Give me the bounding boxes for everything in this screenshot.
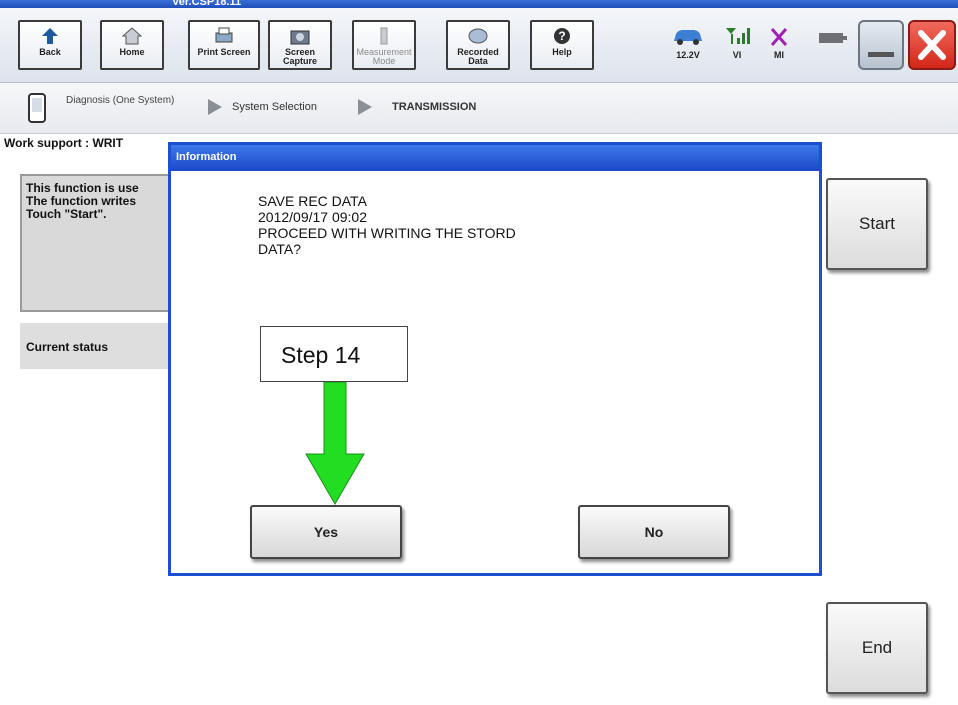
diagnosis-device-icon bbox=[28, 93, 46, 123]
dialog-message-line: SAVE REC DATA bbox=[258, 193, 367, 209]
mi-label: MI bbox=[774, 50, 784, 60]
breadcrumb-arrow-icon bbox=[208, 99, 222, 115]
step-annotation-label: Step 14 bbox=[260, 326, 408, 382]
vi-label: VI bbox=[732, 50, 742, 60]
screen-capture-label: Screen Capture bbox=[282, 47, 317, 66]
dialog-title: Information bbox=[176, 151, 237, 163]
back-arrow-icon bbox=[42, 28, 58, 44]
recorded-data-button[interactable]: Recorded Data bbox=[446, 20, 510, 70]
app-version: Ver.CSP18.11 bbox=[172, 0, 242, 8]
mi-indicator: MI bbox=[764, 26, 794, 60]
breadcrumb-transmission: TRANSMISSION bbox=[392, 101, 477, 113]
close-icon bbox=[918, 30, 946, 60]
help-label: Help bbox=[552, 47, 572, 57]
close-button[interactable] bbox=[908, 20, 956, 70]
help-button[interactable]: ? Help bbox=[530, 20, 594, 70]
recorded-data-label: Recorded Data bbox=[457, 47, 499, 66]
help-icon: ? bbox=[554, 28, 570, 44]
recorded-data-icon bbox=[468, 28, 488, 44]
dialog-message-line: 2012/09/17 09:02 bbox=[258, 209, 367, 225]
measurement-mode-label: Measurement Mode bbox=[356, 47, 412, 66]
svg-text:?: ? bbox=[558, 29, 565, 43]
no-button[interactable]: No bbox=[578, 505, 730, 559]
minimize-icon bbox=[868, 52, 894, 57]
step-arrow-icon bbox=[305, 382, 365, 505]
printer-icon bbox=[215, 27, 233, 43]
dialog-message-line: DATA? bbox=[258, 241, 302, 257]
signal-icon bbox=[726, 28, 750, 44]
description-text: This function is use The function writes… bbox=[26, 181, 139, 221]
mi-disconnected-icon bbox=[770, 28, 788, 46]
breadcrumb-system-selection[interactable]: System Selection bbox=[232, 101, 317, 113]
vi-indicator: VI bbox=[722, 26, 752, 60]
measurement-mode-button[interactable]: Measurement Mode bbox=[352, 20, 416, 70]
breadcrumb-diagnosis[interactable]: Diagnosis (One System) bbox=[66, 95, 176, 107]
title-bar bbox=[0, 0, 958, 8]
back-button[interactable]: Back bbox=[18, 20, 82, 70]
dialog-message: SAVE REC DATA 2012/09/17 09:02 PROCEED W… bbox=[258, 193, 516, 257]
home-button[interactable]: Home bbox=[100, 20, 164, 70]
current-status-label: Current status bbox=[26, 340, 109, 354]
car-icon bbox=[674, 30, 702, 45]
dialog-message-line: PROCEED WITH WRITING THE STORD bbox=[258, 225, 516, 241]
dialog-title-bar bbox=[171, 145, 819, 171]
voltage-value: 12.2V bbox=[676, 50, 700, 60]
print-screen-label: Print Screen bbox=[197, 47, 251, 57]
battery-icon bbox=[819, 33, 847, 43]
measurement-icon bbox=[380, 27, 388, 45]
work-support-title: Work support : WRIT bbox=[4, 136, 124, 150]
start-button[interactable]: Start bbox=[826, 178, 928, 270]
home-icon bbox=[121, 27, 143, 45]
toolbar: Back Home Print Screen Screen Capture Me… bbox=[0, 8, 958, 83]
back-label: Back bbox=[39, 47, 61, 57]
end-button[interactable]: End bbox=[826, 602, 928, 694]
breadcrumb-arrow-icon bbox=[358, 99, 372, 115]
home-label: Home bbox=[119, 47, 145, 57]
battery-voltage-indicator: 12.2V bbox=[668, 26, 708, 60]
minimize-button[interactable] bbox=[858, 20, 904, 70]
print-screen-button[interactable]: Print Screen bbox=[188, 20, 260, 70]
breadcrumb: Diagnosis (One System) System Selection … bbox=[0, 83, 958, 134]
yes-button[interactable]: Yes bbox=[250, 505, 402, 559]
camera-icon bbox=[290, 30, 310, 45]
screen-capture-button[interactable]: Screen Capture bbox=[268, 20, 332, 70]
